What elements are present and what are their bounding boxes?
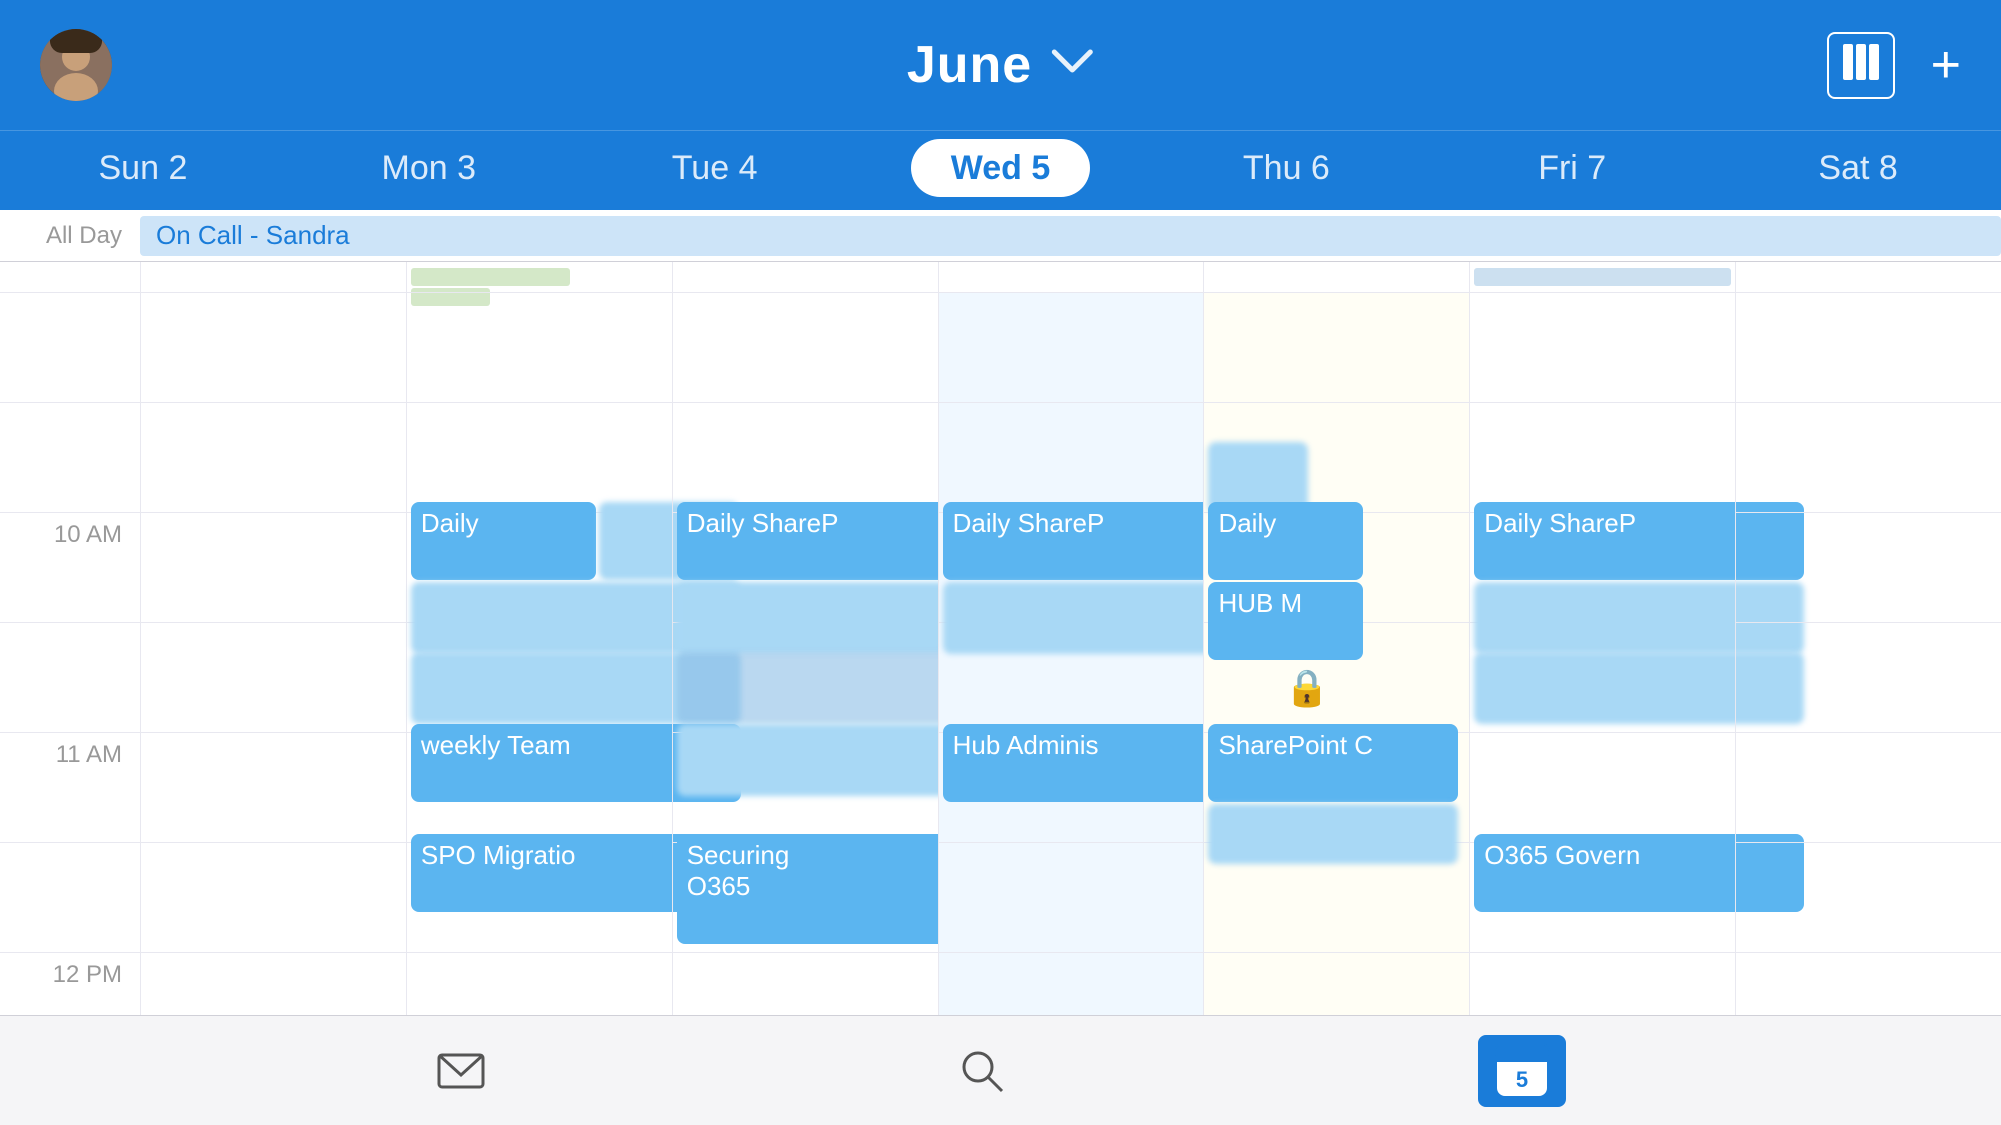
time-slot-930 (0, 402, 140, 512)
event-mon-daily[interactable]: Daily (411, 502, 596, 580)
event-thu-daily[interactable]: Daily (1208, 502, 1363, 580)
col-thu: Daily HUB M 🔒 SharePoint C (1203, 292, 1469, 1079)
add-event-button[interactable]: + (1931, 35, 1961, 95)
time-slot-10am: 10 AM (0, 512, 140, 622)
day-mon3-label: Mon 3 (382, 149, 477, 187)
event-thu-hub[interactable]: HUB M (1208, 582, 1363, 660)
col-tue: Daily ShareP SecuringO365 (672, 292, 938, 1079)
col-sun (140, 292, 406, 1079)
day-thu6-label: Thu 6 (1243, 149, 1330, 187)
chevron-down-icon[interactable] (1050, 47, 1094, 84)
strip-fri (1469, 262, 1735, 292)
svg-text:5: 5 (1516, 1067, 1528, 1092)
month-title: June (907, 35, 1032, 95)
day-navigation: Sun 2 Mon 3 Tue 4 Wed 5 Thu 6 Fri 7 Sat … (0, 130, 2001, 210)
day-wed5[interactable]: Wed 5 (858, 131, 1144, 210)
allday-row: All Day On Call - Sandra (0, 210, 2001, 262)
day-tue4-label: Tue 4 (672, 149, 758, 187)
top-strip (0, 262, 2001, 292)
col-mon: Daily weekly Team SPO Migratio (406, 292, 672, 1079)
header-actions: + (1827, 32, 1961, 99)
day-sat8-label: Sat 8 (1818, 149, 1897, 187)
strip-tue (672, 262, 938, 292)
view-toggle-button[interactable] (1827, 32, 1895, 99)
lock-icon: 🔒 (1284, 667, 1329, 709)
col-wed: Daily ShareP Hub Adminis (938, 292, 1204, 1079)
strip-sun (140, 262, 406, 292)
tab-calendar[interactable]: 5 (1478, 1035, 1566, 1107)
tab-mail[interactable] (435, 1045, 487, 1097)
tab-bar: 5 (0, 1015, 2001, 1125)
allday-label: All Day (0, 222, 140, 250)
col-fri: Daily ShareP O365 Govern (1469, 292, 1735, 1079)
strip-thu (1203, 262, 1469, 292)
time-slot-1130 (0, 842, 140, 952)
day-thu6[interactable]: Thu 6 (1143, 131, 1429, 210)
day-sun2-label: Sun 2 (99, 149, 188, 187)
tab-search[interactable] (956, 1045, 1008, 1097)
day-sun2[interactable]: Sun 2 (0, 131, 286, 210)
day-fri7-label: Fri 7 (1538, 149, 1606, 187)
app-header: June + (0, 0, 2001, 130)
event-thu-blurred2[interactable] (1208, 804, 1458, 864)
header-title-group: June (907, 35, 1094, 95)
strip-wed (938, 262, 1204, 292)
avatar-image (40, 29, 112, 101)
days-grid: Daily weekly Team SPO Migratio (140, 292, 2001, 1079)
day-wed5-label: Wed 5 (911, 139, 1091, 197)
strip-sat (1735, 262, 2001, 292)
calendar-body: 10 AM 11 AM 12 PM 1 PM 2 PM (0, 292, 2001, 1079)
time-slot-11am: 11 AM (0, 732, 140, 842)
day-sat8[interactable]: Sat 8 (1715, 131, 2001, 210)
day-mon3[interactable]: Mon 3 (286, 131, 572, 210)
day-tue4[interactable]: Tue 4 (572, 131, 858, 210)
event-thu-sharepoint[interactable]: SharePoint C (1208, 724, 1458, 802)
day-fri7[interactable]: Fri 7 (1429, 131, 1715, 210)
strip-mon (406, 262, 672, 292)
time-slot-9am (0, 292, 140, 402)
avatar[interactable] (40, 29, 112, 101)
allday-event[interactable]: On Call - Sandra (140, 216, 2001, 256)
time-slot-1030 (0, 622, 140, 732)
col-sat (1735, 292, 2001, 1079)
time-column: 10 AM 11 AM 12 PM 1 PM 2 PM (0, 292, 140, 1079)
